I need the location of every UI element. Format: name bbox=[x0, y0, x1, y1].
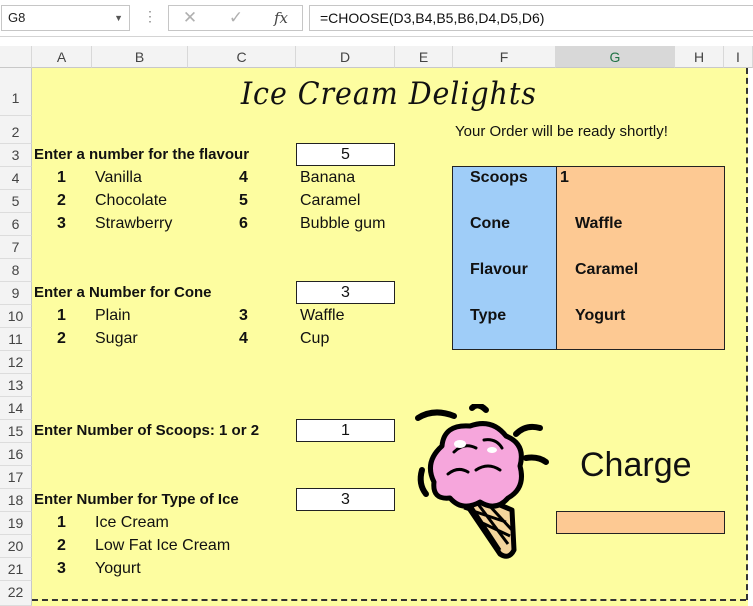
col-header-a[interactable]: A bbox=[32, 46, 92, 68]
col-header-e[interactable]: E bbox=[395, 46, 453, 68]
cone-option-name: Plain bbox=[95, 307, 131, 324]
formula-buttons: ✕ ✓ fx bbox=[168, 5, 303, 31]
flavour-value[interactable]: Caramel bbox=[575, 259, 638, 281]
flavour-label: Flavour bbox=[470, 261, 528, 278]
formula-input[interactable]: =CHOOSE(D3,B4,B5,B6,D4,D5,D6) bbox=[309, 5, 753, 31]
cone-option-name: Cup bbox=[300, 330, 330, 347]
formula-bar: G8 ▼ ⋮ ✕ ✓ fx =CHOOSE(D3,B4,B5,B6,D4,D5,… bbox=[0, 0, 753, 37]
row-header-5[interactable]: 5 bbox=[0, 190, 32, 213]
row-header-4[interactable]: 4 bbox=[0, 167, 32, 190]
flavour-option-num: 5 bbox=[239, 192, 248, 209]
cone-value[interactable]: Waffle bbox=[575, 213, 622, 235]
cone-option-num: 3 bbox=[239, 307, 248, 324]
type-value[interactable]: Yogurt bbox=[575, 305, 625, 327]
type-label: Type bbox=[470, 307, 507, 324]
flavour-option-name: Strawberry bbox=[95, 215, 173, 232]
flavour-prompt: Enter a number for the flavour bbox=[34, 146, 250, 163]
col-header-c[interactable]: C bbox=[188, 46, 296, 68]
more-vert-icon[interactable]: ⋮ bbox=[143, 8, 157, 25]
row-header-12[interactable]: 12 bbox=[0, 351, 32, 374]
row-header-7[interactable]: 7 bbox=[0, 236, 32, 259]
row-header-8[interactable]: 8 bbox=[0, 259, 32, 282]
type-prompt: Enter Number for Type of Ice bbox=[34, 491, 239, 508]
flavour-option-name: Banana bbox=[300, 169, 356, 186]
row-header-21[interactable]: 21 bbox=[0, 558, 32, 581]
row-header-16[interactable]: 16 bbox=[0, 443, 32, 466]
flavour-option-num: 1 bbox=[57, 169, 66, 186]
scoops-label: Scoops bbox=[470, 169, 528, 186]
row-header-13[interactable]: 13 bbox=[0, 374, 32, 397]
cone-option-num: 1 bbox=[57, 307, 66, 324]
print-area-border-right bbox=[746, 68, 748, 600]
sheet-title-text: Ice Cream Delights bbox=[240, 76, 537, 112]
row-header-6[interactable]: 6 bbox=[0, 213, 32, 236]
flavour-option-name: Caramel bbox=[300, 192, 361, 209]
ice-cream-cone-icon[interactable] bbox=[414, 404, 554, 562]
cone-input[interactable]: 3 bbox=[296, 281, 395, 304]
type-option-num: 3 bbox=[57, 560, 66, 577]
cone-option-num: 4 bbox=[239, 330, 248, 347]
type-option-num: 1 bbox=[57, 514, 66, 531]
cone-option-name: Waffle bbox=[300, 307, 345, 324]
row-header-2[interactable]: 2 bbox=[0, 116, 32, 144]
select-all-corner[interactable] bbox=[0, 46, 32, 68]
type-option-name: Yogurt bbox=[95, 560, 141, 577]
flavour-option-num: 3 bbox=[57, 215, 66, 232]
row-header-10[interactable]: 10 bbox=[0, 305, 32, 328]
type-option-name: Low Fat Ice Cream bbox=[95, 537, 231, 554]
row-header-20[interactable]: 20 bbox=[0, 535, 32, 558]
row-header-11[interactable]: 11 bbox=[0, 328, 32, 351]
charge-label: Charge bbox=[580, 446, 692, 484]
cancel-icon[interactable]: ✕ bbox=[175, 6, 205, 30]
sheet-edge bbox=[748, 68, 753, 606]
row-header-18[interactable]: 18 bbox=[0, 489, 32, 512]
order-message: Your Order will be ready shortly! bbox=[455, 123, 668, 140]
flavour-option-name: Bubble gum bbox=[300, 215, 386, 232]
row-header-9[interactable]: 9 bbox=[0, 282, 32, 305]
insert-function-icon[interactable]: fx bbox=[266, 6, 296, 30]
cone-option-name: Sugar bbox=[95, 330, 138, 347]
cone-label: Cone bbox=[470, 215, 510, 232]
print-area-border-bottom bbox=[32, 599, 746, 601]
flavour-option-num: 4 bbox=[239, 169, 248, 186]
cone-prompt: Enter a Number for Cone bbox=[34, 284, 212, 301]
scoops-value[interactable]: 1 bbox=[560, 167, 569, 189]
enter-icon[interactable]: ✓ bbox=[221, 6, 251, 30]
row-header-22[interactable]: 22 bbox=[0, 581, 32, 606]
type-option-name: Ice Cream bbox=[95, 514, 169, 531]
flavour-option-name: Vanilla bbox=[95, 169, 142, 186]
flavour-option-num: 2 bbox=[57, 192, 66, 209]
col-header-f[interactable]: F bbox=[453, 46, 556, 68]
name-box-value: G8 bbox=[8, 10, 26, 25]
row-header-19[interactable]: 19 bbox=[0, 512, 32, 535]
flavour-option-name: Chocolate bbox=[95, 192, 168, 209]
cone-option-num: 2 bbox=[57, 330, 66, 347]
charge-value-cell[interactable] bbox=[556, 511, 725, 534]
chevron-down-icon[interactable]: ▼ bbox=[114, 6, 123, 30]
col-header-g[interactable]: G bbox=[556, 46, 675, 68]
col-header-d[interactable]: D bbox=[296, 46, 395, 68]
flavour-option-num: 6 bbox=[239, 215, 248, 232]
scoops-input[interactable]: 1 bbox=[296, 419, 395, 442]
name-box[interactable]: G8 ▼ bbox=[1, 5, 130, 31]
col-header-i[interactable]: I bbox=[724, 46, 753, 68]
row-header-14[interactable]: 14 bbox=[0, 397, 32, 420]
type-option-num: 2 bbox=[57, 537, 66, 554]
type-input[interactable]: 3 bbox=[296, 488, 395, 511]
row-header-15[interactable]: 15 bbox=[0, 420, 32, 443]
excel-window: G8 ▼ ⋮ ✕ ✓ fx =CHOOSE(D3,B4,B5,B6,D4,D5,… bbox=[0, 0, 753, 606]
flavour-input[interactable]: 5 bbox=[296, 143, 395, 166]
sheet-title: Ice Cream Delights bbox=[0, 76, 753, 112]
row-header-17[interactable]: 17 bbox=[0, 466, 32, 489]
col-header-h[interactable]: H bbox=[675, 46, 724, 68]
scoops-prompt: Enter Number of Scoops: 1 or 2 bbox=[34, 422, 260, 439]
row-header-3[interactable]: 3 bbox=[0, 144, 32, 167]
col-header-b[interactable]: B bbox=[92, 46, 188, 68]
